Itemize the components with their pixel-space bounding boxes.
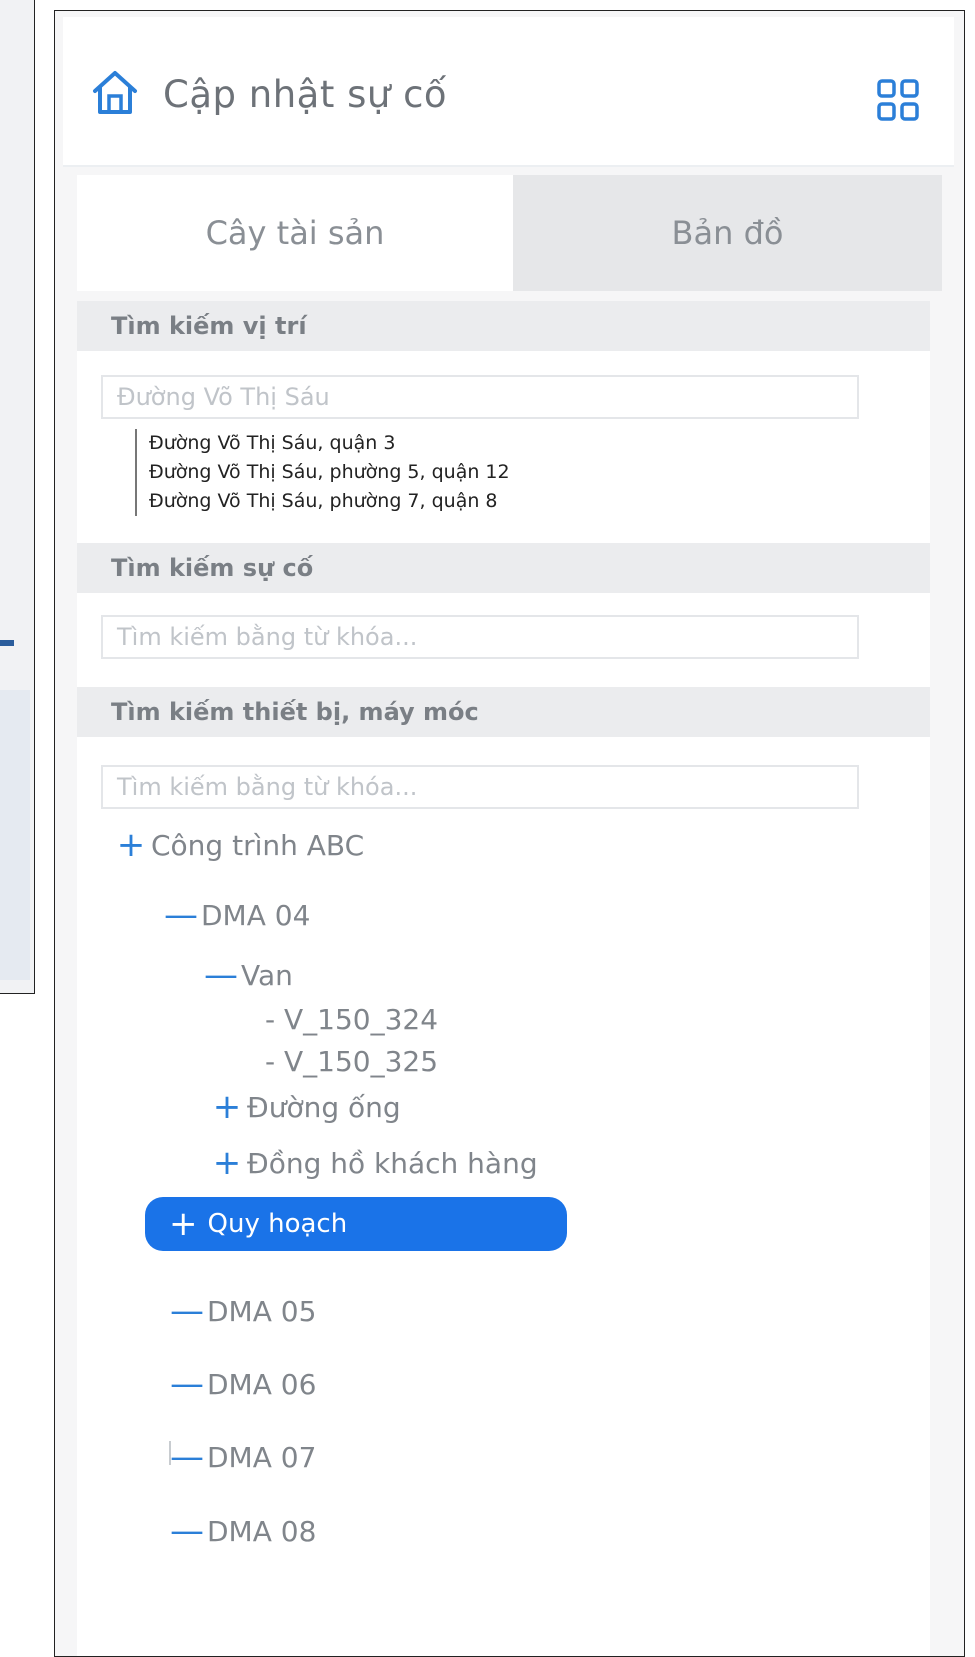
tab-map[interactable]: Bản đồ <box>513 175 942 291</box>
collapse-minus-icon[interactable]: — <box>167 1364 207 1404</box>
location-search-header: Tìm kiếm vị trí <box>77 301 930 351</box>
tree-node-label: Quy hoạch <box>207 1209 348 1239</box>
page-title: Cập nhật sự cố <box>163 73 448 116</box>
tree-node-label: DMA 08 <box>207 1514 317 1548</box>
tree-node-label: Đường ống <box>247 1090 401 1124</box>
location-suggestion-list: Đường Võ Thị Sáu, quận 3 Đường Võ Thị Sá… <box>135 429 510 516</box>
tree-node-label: DMA 06 <box>207 1367 317 1401</box>
tree-node-dma06[interactable]: — DMA 06 <box>167 1364 316 1404</box>
home-icon[interactable] <box>89 67 141 119</box>
tree-node-van[interactable]: — Van <box>201 955 293 995</box>
tree-node-planning-selected[interactable]: + Quy hoạch <box>145 1197 567 1251</box>
expand-plus-icon[interactable]: + <box>169 1204 198 1244</box>
expand-plus-icon[interactable]: + <box>111 825 151 865</box>
tree-node-customer-meter[interactable]: + Đồng hồ khách hàng <box>207 1143 538 1183</box>
tree-node-label: Đồng hồ khách hàng <box>247 1146 538 1180</box>
tab-bar: Cây tài sản Bản đồ <box>77 175 942 291</box>
collapse-minus-icon[interactable]: — <box>167 1511 207 1551</box>
tree-node-label: DMA 07 <box>207 1440 317 1474</box>
tree-node-label: DMA 04 <box>201 898 311 932</box>
collapse-minus-icon[interactable]: — <box>161 895 201 935</box>
collapse-minus-icon[interactable]: — <box>167 1437 207 1477</box>
tree-leaf[interactable]: - V_150_325 <box>265 1045 438 1078</box>
equipment-search-header: Tìm kiếm thiết bị, máy móc <box>77 687 930 737</box>
tree-node-root[interactable]: + Công trình ABC <box>111 825 364 865</box>
tree-node-dma05[interactable]: — DMA 05 <box>167 1291 316 1331</box>
background-panel <box>0 0 35 994</box>
tree-node-label: Công trình ABC <box>151 828 365 862</box>
tree-node-pipe[interactable]: + Đường ống <box>207 1087 401 1127</box>
location-suggestion[interactable]: Đường Võ Thị Sáu, phường 7, quận 8 <box>149 487 510 516</box>
location-suggestion[interactable]: Đường Võ Thị Sáu, quận 3 <box>149 429 510 458</box>
collapse-minus-icon[interactable]: — <box>201 955 241 995</box>
expand-plus-icon[interactable]: + <box>207 1087 247 1127</box>
equipment-search-input[interactable]: Tìm kiếm bằng từ khóa... <box>101 765 859 809</box>
tree-node-label: Van <box>241 958 293 992</box>
grid-menu-icon[interactable] <box>877 79 919 121</box>
location-suggestion[interactable]: Đường Võ Thị Sáu, phường 5, quận 12 <box>149 458 510 487</box>
panel-header: Cập nhật sự cố <box>63 17 954 167</box>
incident-search-header: Tìm kiếm sự cố <box>77 543 930 593</box>
tab-asset-tree[interactable]: Cây tài sản <box>77 175 513 291</box>
tree-node-dma07[interactable]: — DMA 07 <box>167 1437 316 1477</box>
background-map-marker <box>0 640 14 646</box>
incident-search-input[interactable]: Tìm kiếm bằng từ khóa... <box>101 615 859 659</box>
panel-content: Tìm kiếm vị trí Đường Võ Thị Sáu Đường V… <box>77 301 930 1656</box>
expand-plus-icon[interactable]: + <box>207 1143 247 1183</box>
location-search-input[interactable]: Đường Võ Thị Sáu <box>101 375 859 419</box>
side-panel: Cập nhật sự cố Cây tài sản Bản đồ Tìm ki… <box>54 10 965 1657</box>
tree-node-label: DMA 05 <box>207 1294 317 1328</box>
collapse-minus-icon[interactable]: — <box>167 1291 207 1331</box>
tree-node-dma08[interactable]: — DMA 08 <box>167 1511 316 1551</box>
tree-leaf[interactable]: - V_150_324 <box>265 1003 438 1036</box>
tree-node-dma04[interactable]: — DMA 04 <box>161 895 310 935</box>
background-map-area <box>0 690 30 980</box>
